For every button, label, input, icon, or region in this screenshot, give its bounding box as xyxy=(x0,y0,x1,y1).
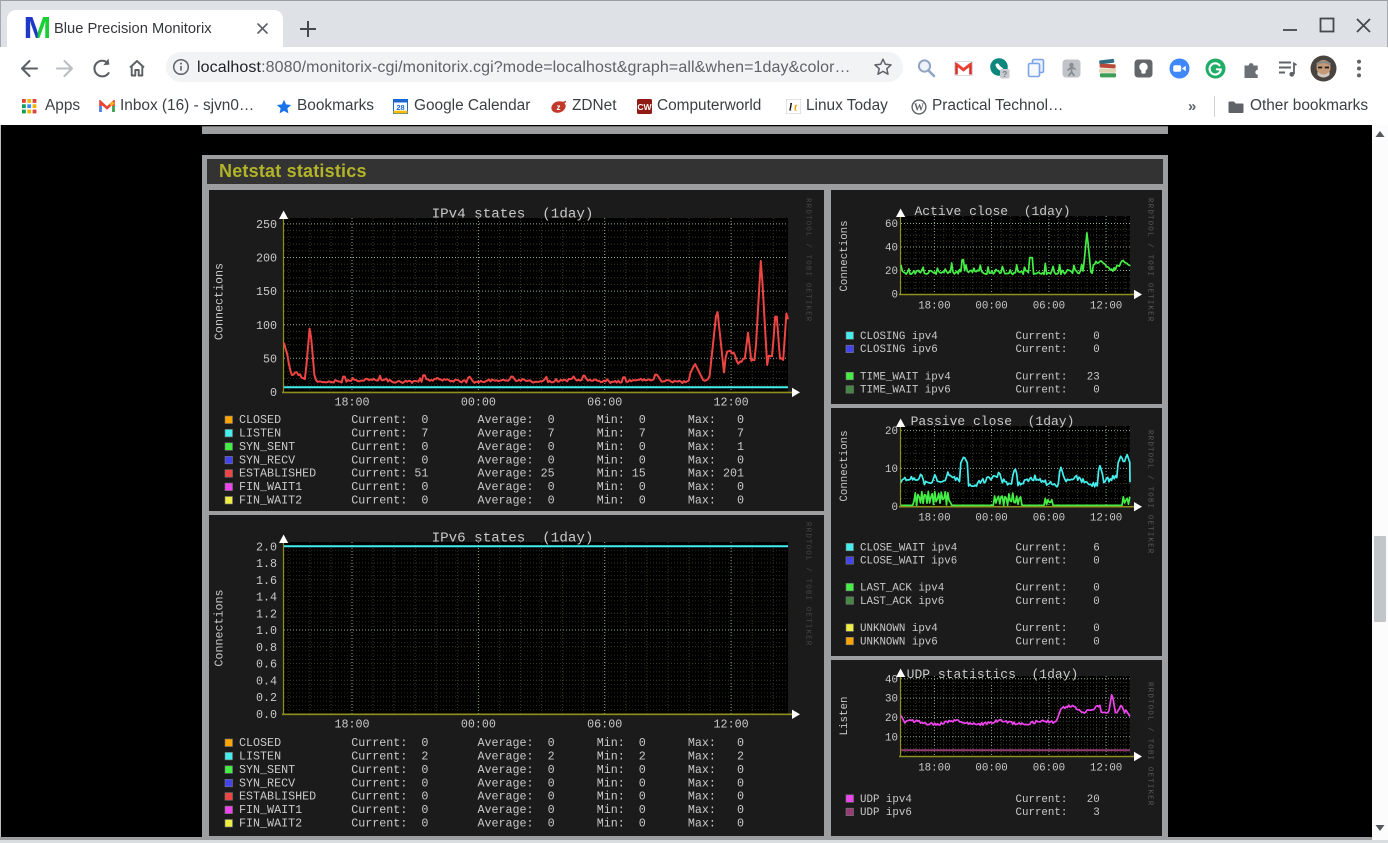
svg-text:06:00: 06:00 xyxy=(1033,301,1065,313)
svg-text:LAST_ACK ipv6 Curren: LAST_ACK ipv6 Current: 0 xyxy=(860,596,1100,608)
svg-text:LISTEN Current: 2: LISTEN Current: 2 Average: 2 Min: 2 Max:… xyxy=(239,749,744,763)
svg-text:1.8: 1.8 xyxy=(256,557,277,571)
svg-text:UDP ipv6 Curren: UDP ipv6 Current: 3 xyxy=(860,807,1100,819)
svg-text:?: ? xyxy=(1002,69,1007,79)
svg-text:LISTEN Current: 7: LISTEN Current: 7 Average: 7 Min: 7 Max:… xyxy=(239,426,744,440)
svg-text:0.8: 0.8 xyxy=(256,641,277,655)
svg-text:CLOSED Current: 0: CLOSED Current: 0 Average: 0 Min: 0 Max:… xyxy=(239,736,744,750)
svg-text:06:00: 06:00 xyxy=(1033,763,1065,775)
svg-text:FIN_WAIT2 Current: 0: FIN_WAIT2 Current: 0 Average: 0 Min: 0 M… xyxy=(239,494,744,508)
svg-text:10: 10 xyxy=(885,732,898,744)
svg-text:0.6: 0.6 xyxy=(256,658,277,672)
svg-text:18:00: 18:00 xyxy=(334,718,369,732)
svg-text:TIME_WAIT ipv4 Curren: TIME_WAIT ipv4 Current: 23 xyxy=(860,371,1100,383)
svg-text:12:00: 12:00 xyxy=(1090,513,1122,525)
svg-text:CLOSE_WAIT ipv6 Curren: CLOSE_WAIT ipv6 Current: 0 xyxy=(860,556,1100,568)
svg-text:0.4: 0.4 xyxy=(256,674,277,688)
svg-text:Passive close (1day): Passive close (1day) xyxy=(911,414,1075,429)
svg-text:UNKNOWN ipv4 Curren: UNKNOWN ipv4 Current: 0 xyxy=(860,623,1100,635)
svg-text:UNKNOWN ipv6 Curren: UNKNOWN ipv6 Current: 0 xyxy=(860,636,1100,648)
svg-text:12:00: 12:00 xyxy=(714,718,749,732)
svg-text:18:00: 18:00 xyxy=(334,396,369,410)
svg-text:RRDTOOL / TOBI OETIKER: RRDTOOL / TOBI OETIKER xyxy=(1146,430,1154,554)
svg-text:CLOSE_WAIT ipv4 Curren: CLOSE_WAIT ipv4 Current: 6 xyxy=(860,542,1100,554)
svg-text:Connections: Connections xyxy=(839,430,851,501)
svg-text:18:00: 18:00 xyxy=(918,763,950,775)
svg-text:CLOSING ipv6 Curren: CLOSING ipv6 Current: 0 xyxy=(860,344,1100,356)
svg-text:FIN_WAIT2 Current: 0: FIN_WAIT2 Current: 0 Average: 0 Min: 0 M… xyxy=(239,817,744,831)
svg-text:M: M xyxy=(24,12,49,40)
svg-text:W: W xyxy=(914,103,924,114)
svg-text:SYN_SENT Current: 0: SYN_SENT Current: 0 Average: 0 Min: 0 Ma… xyxy=(239,440,744,454)
svg-text:40: 40 xyxy=(885,674,898,686)
svg-text:12:00: 12:00 xyxy=(1090,763,1122,775)
svg-text:ESTABLISHED Current: 0: ESTABLISHED Current: 0 Average: 0 Min: 0… xyxy=(239,790,744,804)
svg-text:30: 30 xyxy=(885,694,898,706)
svg-text:00:00: 00:00 xyxy=(975,301,1007,313)
svg-text:1.0: 1.0 xyxy=(256,624,277,638)
svg-text:28: 28 xyxy=(396,103,404,112)
svg-text:RRDTOOL / TOBI OETIKER: RRDTOOL / TOBI OETIKER xyxy=(804,198,812,322)
svg-text:Connections: Connections xyxy=(213,263,227,340)
svg-text:06:00: 06:00 xyxy=(587,718,622,732)
svg-text:LAST_ACK ipv4 Curren: LAST_ACK ipv4 Current: 0 xyxy=(860,582,1100,594)
svg-text:IPv4 states (1day): IPv4 states (1day) xyxy=(432,207,594,223)
svg-text:0: 0 xyxy=(892,502,898,514)
svg-text:18:00: 18:00 xyxy=(918,301,950,313)
svg-text:UDP statistics (1day): UDP statistics (1day) xyxy=(907,667,1079,682)
svg-text:SYN_SENT Current: 0: SYN_SENT Current: 0 Average: 0 Min: 0 Ma… xyxy=(239,763,744,777)
svg-text:FIN_WAIT1 Current: 0: FIN_WAIT1 Current: 0 Average: 0 Min: 0 M… xyxy=(239,803,744,817)
svg-text:FIN_WAIT1 Current: 0: FIN_WAIT1 Current: 0 Average: 0 Min: 0 M… xyxy=(239,480,744,494)
svg-text:06:00: 06:00 xyxy=(1033,513,1065,525)
svg-text:00:00: 00:00 xyxy=(461,718,496,732)
svg-text:0: 0 xyxy=(270,386,277,400)
svg-text:50: 50 xyxy=(263,352,277,366)
svg-text:100: 100 xyxy=(256,319,277,333)
svg-text:Listen: Listen xyxy=(839,697,851,736)
svg-text:1.4: 1.4 xyxy=(256,591,277,605)
svg-text:00:00: 00:00 xyxy=(975,763,1007,775)
svg-text:1.6: 1.6 xyxy=(256,574,277,588)
svg-text:2.0: 2.0 xyxy=(256,540,277,554)
svg-text:CLOSING ipv4 Curren: CLOSING ipv4 Current: 0 xyxy=(860,331,1100,343)
svg-text:CW: CW xyxy=(637,102,652,112)
svg-text:SYN_RECV Current: 0: SYN_RECV Current: 0 Average: 0 Min: 0 Ma… xyxy=(239,453,744,467)
svg-text:06:00: 06:00 xyxy=(587,396,622,410)
svg-text:TIME_WAIT ipv6 Curren: TIME_WAIT ipv6 Current: 0 xyxy=(860,385,1100,397)
svg-text:18:00: 18:00 xyxy=(918,513,950,525)
svg-text:SYN_RECV Current: 0: SYN_RECV Current: 0 Average: 0 Min: 0 Ma… xyxy=(239,776,744,790)
svg-text:12:00: 12:00 xyxy=(714,396,749,410)
svg-text:RRDTOOL / TOBI OETIKER: RRDTOOL / TOBI OETIKER xyxy=(804,522,812,646)
svg-text:150: 150 xyxy=(256,285,277,299)
svg-text:RRDTOOL / TOBI OETIKER: RRDTOOL / TOBI OETIKER xyxy=(1146,682,1154,806)
svg-text:40: 40 xyxy=(885,243,898,255)
svg-text:200: 200 xyxy=(256,252,277,266)
svg-text:20: 20 xyxy=(885,713,898,725)
svg-text:250: 250 xyxy=(256,218,277,232)
svg-text:RRDTOOL / TOBI OETIKER: RRDTOOL / TOBI OETIKER xyxy=(1146,198,1154,322)
svg-text:CLOSED Current: 0: CLOSED Current: 0 Average: 0 Min: 0 Max:… xyxy=(239,413,744,427)
svg-text:IPv6 states (1day): IPv6 states (1day) xyxy=(432,531,594,547)
svg-text:20: 20 xyxy=(885,426,898,438)
svg-text:Connections: Connections xyxy=(213,589,227,666)
svg-text:0: 0 xyxy=(892,290,898,302)
svg-text:Active close (1day): Active close (1day) xyxy=(914,204,1070,219)
svg-text:20: 20 xyxy=(885,266,898,278)
svg-text:00:00: 00:00 xyxy=(975,513,1007,525)
svg-text:60: 60 xyxy=(885,219,898,231)
svg-text:z: z xyxy=(557,103,561,112)
svg-text:Connections: Connections xyxy=(839,220,851,291)
svg-text:12:00: 12:00 xyxy=(1090,301,1122,313)
svg-text:UDP ipv4 Curren: UDP ipv4 Current: 20 xyxy=(860,794,1100,806)
svg-text:00:00: 00:00 xyxy=(461,396,496,410)
svg-text:0.2: 0.2 xyxy=(256,691,277,705)
svg-text:ESTABLISHED Current: 51: ESTABLISHED Current: 51 Average: 25 Min:… xyxy=(239,467,744,481)
svg-text:1.2: 1.2 xyxy=(256,607,277,621)
svg-text:10: 10 xyxy=(885,464,898,476)
svg-text:0.0: 0.0 xyxy=(256,708,277,722)
